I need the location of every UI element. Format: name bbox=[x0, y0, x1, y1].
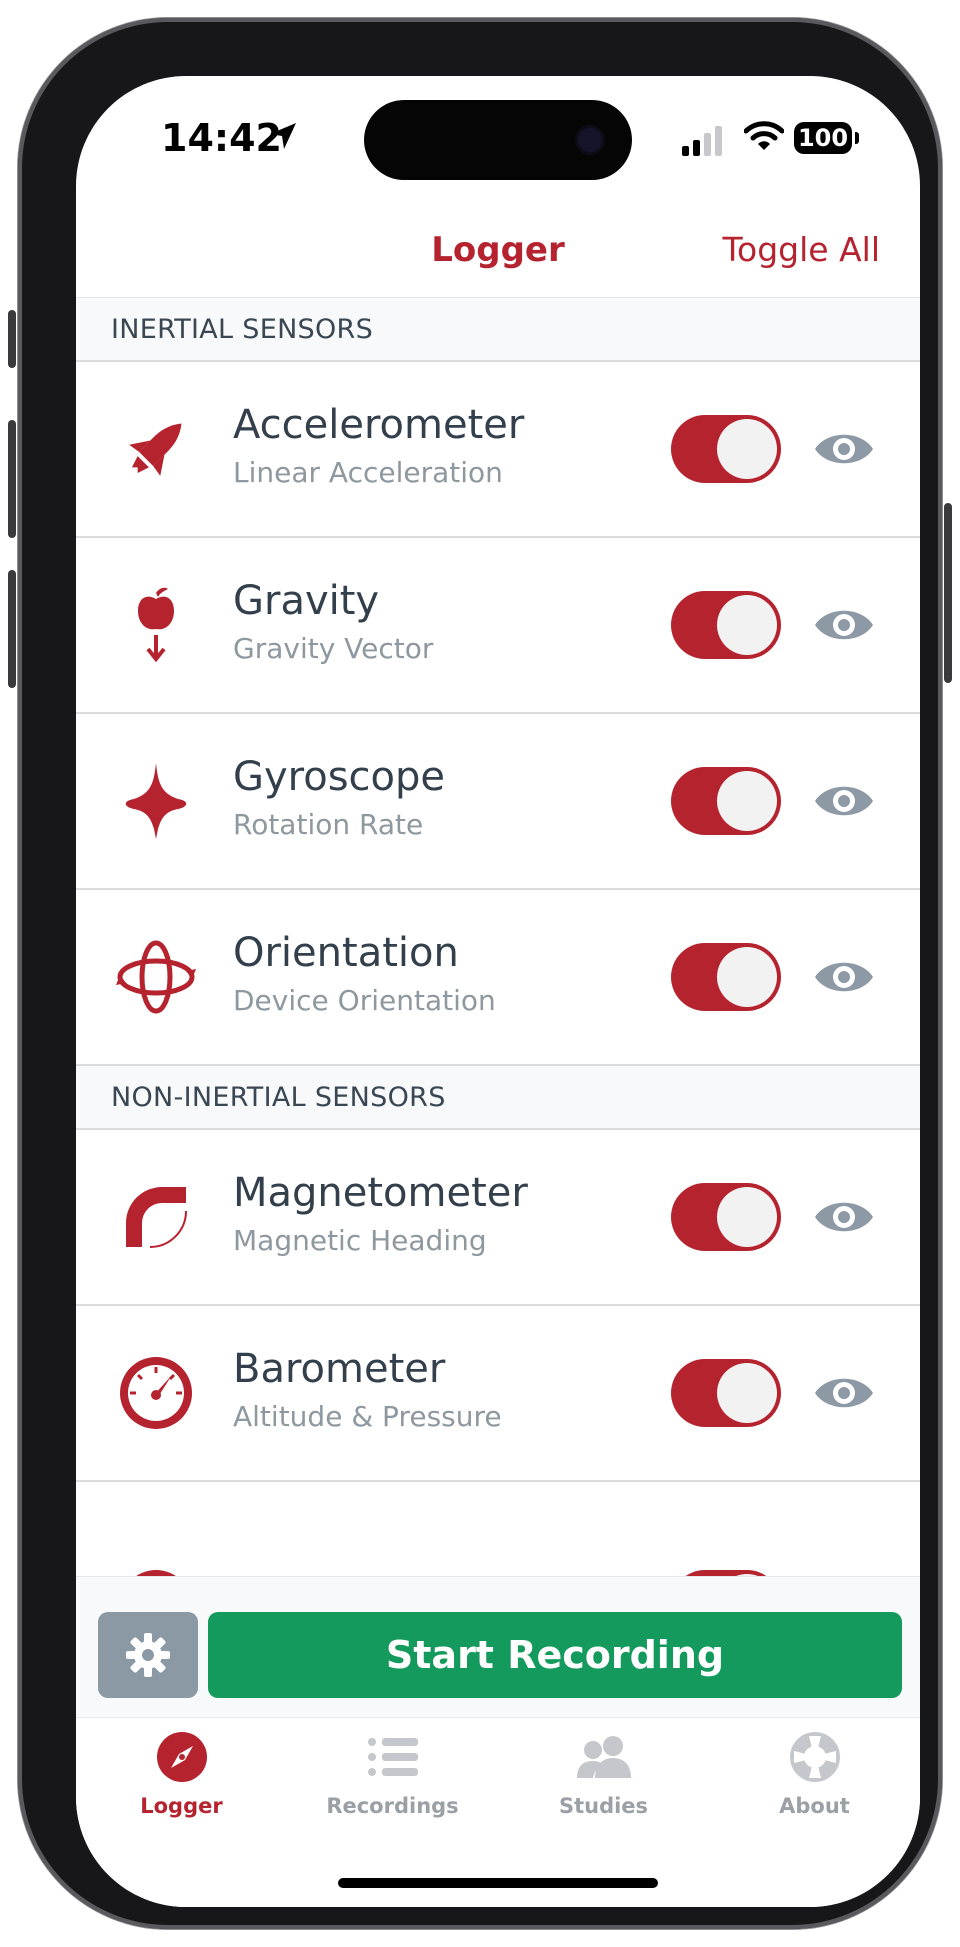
sensor-row-barometer[interactable]: Barometer Altitude & Pressure bbox=[76, 1306, 920, 1482]
orientation-toggle[interactable] bbox=[671, 943, 781, 1011]
rotation-arrows-icon bbox=[116, 940, 196, 1014]
battery-indicator: 100 bbox=[794, 122, 852, 154]
cellular-signal-icon bbox=[682, 126, 722, 156]
tab-studies[interactable]: Studies bbox=[498, 1718, 709, 1838]
sensor-row-gravity[interactable]: Gravity Gravity Vector bbox=[76, 538, 920, 714]
sensor-subtitle: Device Orientation bbox=[233, 984, 496, 1017]
power-button bbox=[944, 503, 952, 683]
toggle-knob bbox=[717, 1187, 777, 1247]
eye-icon[interactable] bbox=[813, 604, 875, 646]
tab-recordings[interactable]: Recordings bbox=[287, 1718, 498, 1838]
list-icon bbox=[368, 1738, 418, 1776]
sensor-title: Accelerometer bbox=[233, 402, 525, 448]
screen: 14:42 100 Logger Toggle All INERTIAL SEN… bbox=[76, 76, 920, 1907]
sensor-row-orientation[interactable]: Orientation Device Orientation bbox=[76, 890, 920, 1066]
people-icon bbox=[577, 1736, 631, 1778]
sensor-title: Barometer bbox=[233, 1346, 446, 1392]
sensor-title: Gyroscope bbox=[233, 754, 446, 800]
status-time: 14:42 bbox=[161, 116, 282, 160]
tab-label: Studies bbox=[558, 1794, 649, 1818]
toggle-knob bbox=[717, 419, 777, 479]
rocket-icon bbox=[129, 423, 182, 476]
lifebuoy-icon bbox=[790, 1732, 840, 1782]
accelerometer-toggle[interactable] bbox=[671, 415, 781, 483]
sensor-row-accelerometer[interactable]: Accelerometer Linear Acceleration bbox=[76, 362, 920, 538]
eye-icon[interactable] bbox=[813, 1196, 875, 1238]
wifi-icon bbox=[744, 121, 784, 150]
sensor-title: Orientation bbox=[233, 930, 459, 976]
gauge-icon bbox=[120, 1357, 192, 1429]
tab-label: Logger bbox=[140, 1794, 223, 1818]
apple-gravity-icon bbox=[138, 587, 174, 663]
battery-icon bbox=[855, 132, 859, 144]
tab-label: About bbox=[779, 1794, 850, 1818]
gyroscope-toggle[interactable] bbox=[671, 767, 781, 835]
spinning-top-icon bbox=[125, 763, 187, 839]
sensor-subtitle: Gravity Vector bbox=[233, 632, 434, 665]
sensor-subtitle: Altitude & Pressure bbox=[233, 1400, 502, 1433]
magnet-icon bbox=[126, 1187, 187, 1248]
toggle-knob bbox=[717, 947, 777, 1007]
sensor-title: Gravity bbox=[233, 578, 380, 624]
section-header-label: INERTIAL SENSORS bbox=[111, 314, 374, 345]
tab-label: Recordings bbox=[326, 1794, 459, 1818]
tab-about[interactable]: About bbox=[709, 1718, 920, 1838]
recording-panel: Start Recording bbox=[76, 1576, 920, 1717]
eye-icon[interactable] bbox=[813, 1372, 875, 1414]
magnetometer-toggle[interactable] bbox=[671, 1183, 781, 1251]
compass-icon bbox=[157, 1732, 207, 1782]
sensor-subtitle: Linear Acceleration bbox=[233, 456, 503, 489]
start-recording-button[interactable]: Start Recording bbox=[208, 1612, 902, 1698]
dynamic-island bbox=[364, 100, 632, 180]
gravity-toggle[interactable] bbox=[671, 591, 781, 659]
section-header-non-inertial: NON-INERTIAL SENSORS bbox=[76, 1066, 920, 1130]
section-header-inertial: INERTIAL SENSORS bbox=[76, 298, 920, 362]
settings-button[interactable] bbox=[98, 1612, 198, 1698]
eye-icon[interactable] bbox=[813, 956, 875, 998]
home-indicator[interactable] bbox=[338, 1878, 658, 1888]
volume-down-button bbox=[8, 570, 16, 688]
section-header-label: NON-INERTIAL SENSORS bbox=[111, 1082, 446, 1113]
eye-icon[interactable] bbox=[813, 780, 875, 822]
toggle-knob bbox=[717, 771, 777, 831]
barometer-toggle[interactable] bbox=[671, 1359, 781, 1427]
sensor-subtitle: Magnetic Heading bbox=[233, 1224, 487, 1257]
volume-up-button bbox=[8, 420, 16, 538]
toggle-knob bbox=[717, 1363, 777, 1423]
camera-icon bbox=[578, 128, 602, 152]
location-arrow-icon bbox=[270, 123, 296, 149]
tab-logger[interactable]: Logger bbox=[76, 1718, 287, 1838]
sensor-subtitle: Rotation Rate bbox=[233, 808, 424, 841]
sensor-title: Magnetometer bbox=[233, 1170, 528, 1216]
toggle-all-button[interactable]: Toggle All bbox=[722, 230, 880, 269]
sensor-row-magnetometer[interactable]: Magnetometer Magnetic Heading bbox=[76, 1130, 920, 1306]
eye-icon[interactable] bbox=[813, 428, 875, 470]
sensor-row-gyroscope[interactable]: Gyroscope Rotation Rate bbox=[76, 714, 920, 890]
action-button bbox=[8, 310, 16, 368]
gear-icon bbox=[126, 1633, 170, 1677]
phone-frame: 14:42 100 Logger Toggle All INERTIAL SEN… bbox=[8, 18, 952, 1929]
toggle-knob bbox=[717, 595, 777, 655]
